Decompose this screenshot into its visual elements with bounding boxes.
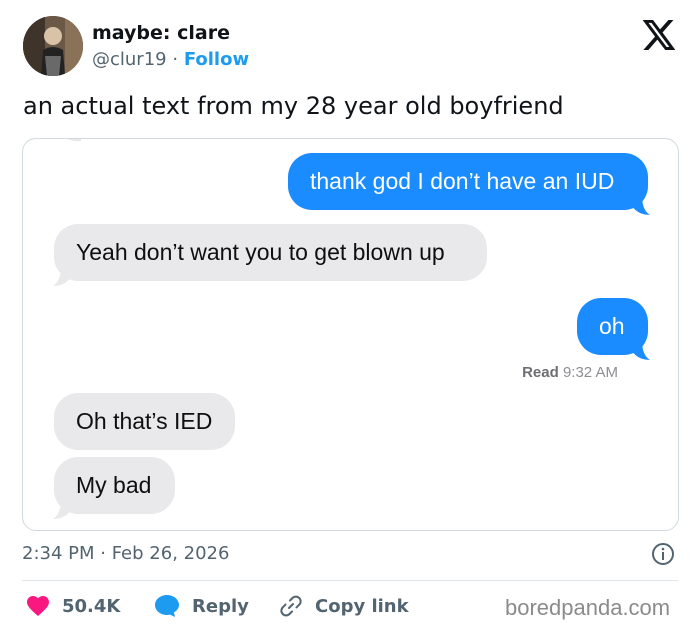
copy-link-label: Copy link — [315, 595, 409, 617]
avatar[interactable] — [23, 16, 83, 76]
message-bubble-incoming: Yeah don’t want you to get blown up — [54, 224, 487, 281]
message-text: oh — [599, 313, 625, 339]
copy-link-button[interactable]: Copy link — [279, 593, 409, 619]
read-label: Read — [522, 364, 559, 381]
like-count: 50.4K — [62, 595, 121, 617]
message-text: My bad — [76, 472, 152, 498]
reply-button[interactable]: Reply — [154, 593, 249, 619]
heart-icon — [27, 596, 49, 616]
media-card[interactable]: thank god I don’t have an IUD Yeah don’t… — [22, 138, 679, 531]
message-text: Oh that’s IED — [76, 408, 213, 434]
avatar-photo — [23, 16, 83, 76]
reply-label: Reply — [192, 595, 249, 617]
bubble-tail — [53, 267, 71, 286]
bubble-tail — [632, 196, 650, 215]
link-icon — [280, 595, 302, 617]
read-time: 9:32 AM — [562, 364, 618, 381]
bubble-tail — [632, 341, 650, 360]
separator: · — [172, 49, 179, 70]
display-name[interactable]: maybe: clare — [92, 22, 230, 44]
handle-row: @clur19 · Follow — [92, 49, 249, 70]
x-logo-icon[interactable] — [642, 20, 676, 50]
info-icon[interactable] — [651, 542, 675, 566]
message-text: thank god I don’t have an IUD — [310, 168, 615, 194]
handle[interactable]: @clur19 — [92, 49, 167, 70]
watermark: boredpanda.com — [505, 595, 671, 620]
tweet-text: an actual text from my 28 year old boyfr… — [23, 92, 564, 120]
message-bubble-incoming: Oh that’s IED — [54, 393, 235, 450]
message-bubble-incoming: My bad — [54, 457, 175, 514]
read-receipt: Read 9:32 AM — [522, 364, 618, 381]
divider — [22, 580, 678, 581]
message-text: Yeah don’t want you to get blown up — [76, 239, 445, 265]
bubble-tail — [53, 500, 71, 519]
follow-button[interactable]: Follow — [184, 49, 249, 70]
reply-bubble-icon — [155, 595, 179, 617]
message-bubble-outgoing: thank god I don’t have an IUD — [288, 153, 648, 210]
previous-bubble-tail — [68, 139, 81, 142]
tweet-timestamp[interactable]: 2:34 PM · Feb 26, 2026 — [22, 543, 229, 564]
like-button[interactable]: 50.4K — [26, 593, 120, 619]
